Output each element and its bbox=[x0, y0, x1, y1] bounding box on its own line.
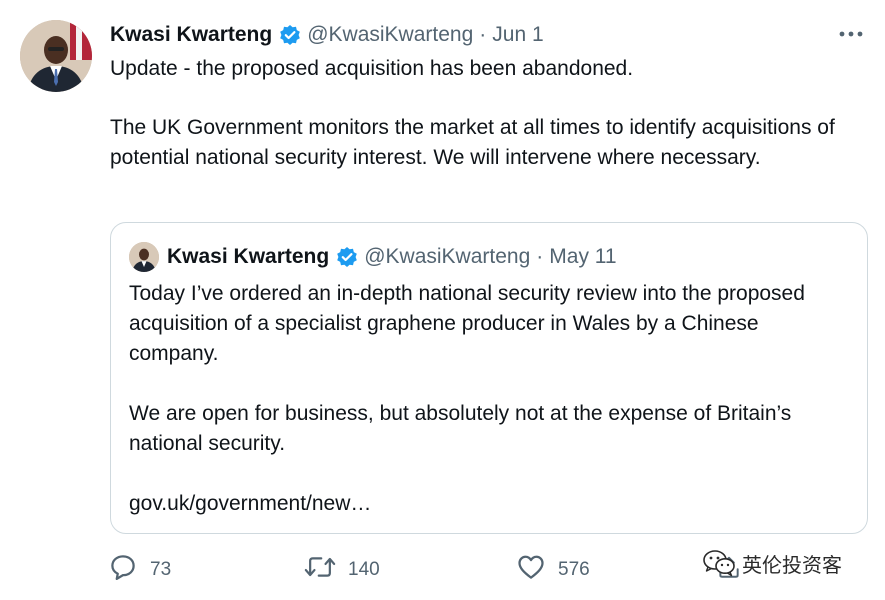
like-count: 576 bbox=[558, 559, 590, 580]
like-button[interactable]: 576 bbox=[516, 552, 716, 588]
quoted-paragraph: We are open for business, but absolutely… bbox=[129, 402, 792, 455]
tweet: Kwasi Kwarteng @KwasiKwarteng · Jun 1 Up… bbox=[0, 0, 885, 600]
author-handle[interactable]: @KwasiKwarteng bbox=[307, 23, 473, 47]
separator: · bbox=[536, 245, 544, 268]
quoted-tweet-date: May 11 bbox=[549, 245, 617, 268]
quoted-tweet-header: Kwasi Kwarteng @KwasiKwarteng · May 11 bbox=[129, 241, 617, 273]
tweet-paragraph: The UK Government monitors the market at… bbox=[110, 116, 835, 169]
quoted-tweet-body: Today I’ve ordered an in-depth national … bbox=[129, 279, 849, 519]
separator: · bbox=[479, 23, 487, 46]
quoted-link[interactable]: gov.uk/government/new… bbox=[129, 489, 849, 519]
verified-badge-icon bbox=[336, 246, 358, 268]
reply-count: 73 bbox=[150, 559, 172, 580]
quoted-tweet[interactable]: Kwasi Kwarteng @KwasiKwarteng · May 11 T… bbox=[110, 222, 868, 534]
quoted-avatar bbox=[129, 242, 159, 272]
avatar[interactable] bbox=[20, 20, 92, 92]
author-name[interactable]: Kwasi Kwarteng bbox=[110, 23, 272, 47]
tweet-date[interactable]: Jun 1 bbox=[492, 23, 543, 47]
more-options-icon[interactable] bbox=[835, 22, 867, 46]
reply-icon bbox=[108, 552, 138, 588]
retweet-icon bbox=[304, 552, 336, 588]
tweet-paragraph: Update - the proposed acquisition has be… bbox=[110, 57, 634, 80]
reply-button[interactable]: 73 bbox=[108, 552, 304, 588]
verified-badge-icon bbox=[279, 24, 301, 46]
tweet-header: Kwasi Kwarteng @KwasiKwarteng · Jun 1 bbox=[110, 20, 544, 50]
retweet-button[interactable]: 140 bbox=[304, 552, 516, 588]
watermark-text: 英伦投资客 bbox=[742, 552, 842, 577]
like-icon bbox=[516, 552, 546, 588]
quoted-author-name: Kwasi Kwarteng bbox=[167, 245, 330, 268]
tweet-body: Update - the proposed acquisition has be… bbox=[110, 54, 870, 172]
tweet-actions: 73 140 576 bbox=[108, 552, 742, 588]
quoted-author-handle: @KwasiKwarteng bbox=[364, 245, 531, 268]
quoted-paragraph: Today I’ve ordered an in-depth national … bbox=[129, 282, 805, 365]
retweet-count: 140 bbox=[348, 559, 380, 580]
watermark: 英伦投资客 bbox=[702, 548, 842, 578]
wechat-icon bbox=[702, 549, 736, 577]
